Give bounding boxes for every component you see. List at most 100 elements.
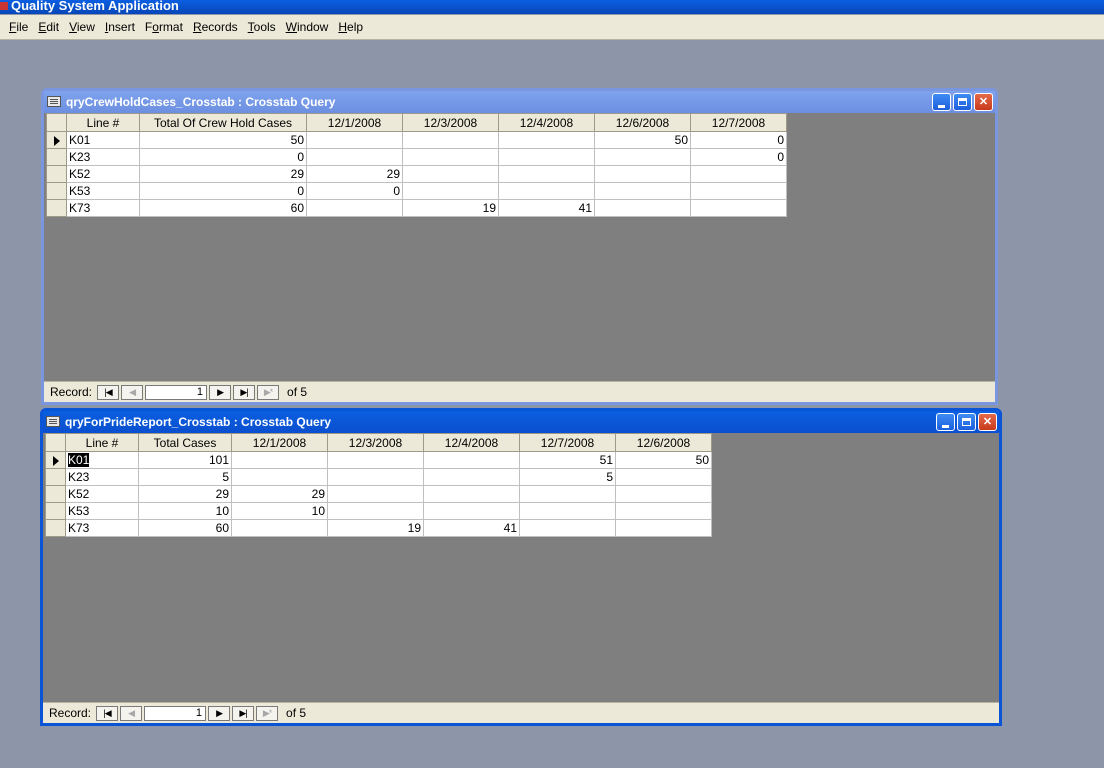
value-cell[interactable] [231, 451, 328, 469]
column-header[interactable]: 12/3/2008 [402, 113, 499, 132]
value-cell[interactable]: 29 [306, 165, 403, 183]
column-header[interactable]: Line # [65, 433, 139, 452]
menu-item-tools[interactable]: Tools [243, 20, 281, 34]
value-cell[interactable] [327, 468, 424, 486]
value-cell[interactable] [402, 131, 499, 149]
value-cell[interactable]: 41 [498, 199, 595, 217]
value-cell[interactable]: 41 [423, 519, 520, 537]
menu-item-insert[interactable]: Insert [100, 20, 140, 34]
value-cell[interactable]: 10 [231, 502, 328, 520]
value-cell[interactable] [306, 199, 403, 217]
value-cell[interactable] [594, 165, 691, 183]
value-cell[interactable]: 50 [594, 131, 691, 149]
column-header[interactable]: Total Cases [138, 433, 232, 452]
value-cell[interactable] [519, 502, 616, 520]
value-cell[interactable]: 29 [138, 485, 232, 503]
menu-item-records[interactable]: Records [188, 20, 243, 34]
column-header[interactable]: 12/3/2008 [327, 433, 424, 452]
table-row[interactable]: K73 60 19 41 [46, 199, 787, 217]
table-row[interactable]: K23 0 0 [46, 148, 787, 166]
value-cell[interactable] [594, 182, 691, 200]
column-header[interactable]: 12/7/2008 [690, 113, 787, 132]
previous-record-icon[interactable]: ◀ [121, 384, 144, 400]
select-all-corner[interactable] [45, 433, 66, 452]
column-header[interactable]: Line # [66, 113, 140, 132]
value-cell[interactable] [402, 165, 499, 183]
last-record-icon[interactable]: ▶| [233, 384, 256, 400]
value-cell[interactable] [306, 131, 403, 149]
column-header[interactable]: 12/6/2008 [615, 433, 712, 452]
value-cell[interactable]: 101 [138, 451, 232, 469]
table-row[interactable]: K73 60 19 41 [45, 519, 712, 537]
line-cell[interactable]: K01 [66, 131, 140, 149]
value-cell[interactable]: 51 [519, 451, 616, 469]
value-cell[interactable] [594, 148, 691, 166]
column-header[interactable]: Total Of Crew Hold Cases [139, 113, 307, 132]
value-cell[interactable] [327, 485, 424, 503]
value-cell[interactable]: 19 [327, 519, 424, 537]
value-cell[interactable] [402, 182, 499, 200]
value-cell[interactable]: 29 [231, 485, 328, 503]
record-selector[interactable] [45, 485, 66, 503]
value-cell[interactable] [690, 199, 787, 217]
value-cell[interactable]: 0 [690, 131, 787, 149]
value-cell[interactable] [423, 485, 520, 503]
value-cell[interactable]: 50 [615, 451, 712, 469]
column-header[interactable]: 12/1/2008 [306, 113, 403, 132]
value-cell[interactable] [690, 182, 787, 200]
value-cell[interactable]: 19 [402, 199, 499, 217]
value-cell[interactable] [498, 165, 595, 183]
maximize-button[interactable] [957, 413, 976, 431]
next-record-icon[interactable]: ▶ [208, 705, 231, 721]
menu-item-view[interactable]: View [64, 20, 100, 34]
menu-item-help[interactable]: Help [333, 20, 368, 34]
value-cell[interactable] [615, 468, 712, 486]
value-cell[interactable] [327, 451, 424, 469]
previous-record-icon[interactable]: ◀ [120, 705, 143, 721]
record-selector[interactable] [45, 451, 66, 469]
menu-item-format[interactable]: Format [140, 20, 188, 34]
line-cell[interactable]: K73 [66, 199, 140, 217]
value-cell[interactable]: 10 [138, 502, 232, 520]
value-cell[interactable]: 50 [139, 131, 307, 149]
value-cell[interactable] [615, 502, 712, 520]
new-record-icon[interactable]: ▶* [257, 384, 280, 400]
value-cell[interactable] [519, 519, 616, 537]
value-cell[interactable]: 5 [519, 468, 616, 486]
value-cell[interactable] [519, 485, 616, 503]
record-selector[interactable] [46, 165, 67, 183]
minimize-button[interactable] [932, 93, 951, 111]
minimize-button[interactable] [936, 413, 955, 431]
last-record-icon[interactable]: ▶| [232, 705, 255, 721]
value-cell[interactable] [498, 182, 595, 200]
line-cell[interactable]: K53 [65, 502, 139, 520]
close-button[interactable]: ✕ [974, 93, 993, 111]
select-all-corner[interactable] [46, 113, 67, 132]
record-selector[interactable] [46, 182, 67, 200]
line-cell[interactable]: K73 [65, 519, 139, 537]
table-row[interactable]: K23 5 5 [45, 468, 712, 486]
value-cell[interactable] [231, 468, 328, 486]
app-title-bar[interactable]: Quality System Application [0, 0, 1104, 14]
record-number-input[interactable]: 1 [144, 705, 207, 721]
value-cell[interactable] [423, 451, 520, 469]
value-cell[interactable]: 60 [139, 199, 307, 217]
record-selector[interactable] [45, 468, 66, 486]
line-cell[interactable]: K23 [66, 148, 140, 166]
table-row[interactable]: K01 50 50 0 [46, 131, 787, 149]
maximize-button[interactable] [953, 93, 972, 111]
value-cell[interactable]: 0 [139, 148, 307, 166]
line-cell[interactable]: K52 [66, 165, 140, 183]
record-selector[interactable] [45, 519, 66, 537]
window-title-bar[interactable]: qryCrewHoldCases_Crosstab : Crosstab Que… [44, 91, 995, 113]
column-header[interactable]: 12/6/2008 [594, 113, 691, 132]
value-cell[interactable] [498, 148, 595, 166]
column-header[interactable]: 12/7/2008 [519, 433, 616, 452]
column-header[interactable]: 12/4/2008 [423, 433, 520, 452]
record-selector[interactable] [46, 131, 67, 149]
record-number-input[interactable]: 1 [145, 384, 208, 400]
first-record-icon[interactable]: |◀ [96, 705, 119, 721]
window-title-bar[interactable]: qryForPrideReport_Crosstab : Crosstab Qu… [43, 411, 999, 433]
record-selector[interactable] [46, 148, 67, 166]
table-row[interactable]: K53 0 0 [46, 182, 787, 200]
